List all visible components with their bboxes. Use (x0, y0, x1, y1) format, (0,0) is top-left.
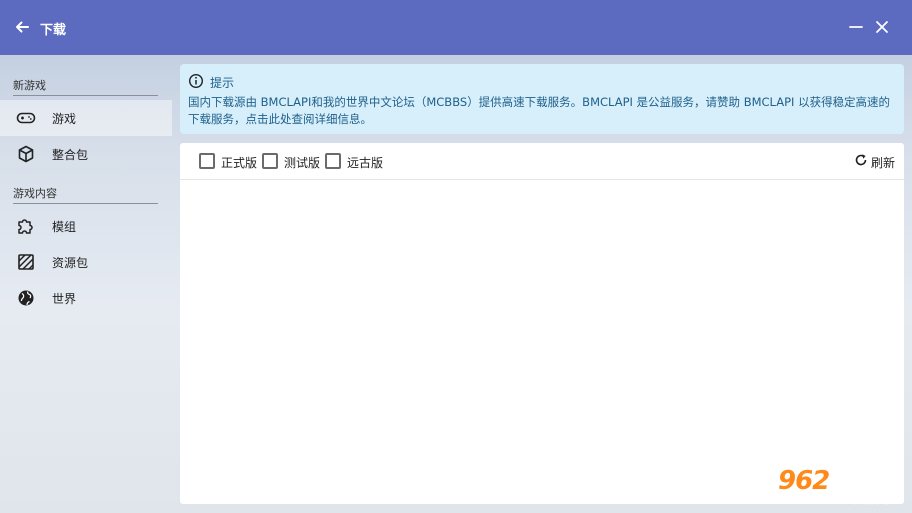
sidebar: 新游戏 游戏 整合包 游戏内容 模组 资源包 世界 (0, 55, 172, 513)
section-label-new-game: 新游戏 (13, 77, 158, 96)
version-list-panel: 正式版 测试版 远古版 刷新 (180, 143, 904, 504)
refresh-button[interactable]: 刷新 (854, 152, 900, 170)
watermark-main: 962 (778, 466, 830, 496)
watermark-net: .NET (848, 470, 885, 486)
hint-title: 提示 (210, 76, 235, 90)
sidebar-item-world[interactable]: 世界 (0, 280, 172, 316)
back-arrow-icon[interactable] (12, 17, 32, 37)
close-icon[interactable] (872, 17, 892, 37)
sidebar-item-label: 世界 (52, 292, 77, 306)
hint-box: 提示 国内下载源由 BMCLAPI和我的世界中文论坛（MCBBS）提供高速下载服… (180, 64, 904, 134)
package-icon (18, 145, 34, 163)
globe-icon (18, 290, 34, 306)
site-watermark-logo: 962 .NET 乐游网 (772, 466, 908, 508)
window-title: 下载 (40, 23, 67, 38)
checkbox-box (199, 153, 215, 169)
puzzle-icon (18, 219, 33, 234)
checkbox-box (262, 153, 278, 169)
filter-release-checkbox[interactable]: 正式版 (199, 153, 261, 170)
filter-bar: 正式版 测试版 远古版 刷新 (180, 143, 904, 180)
title-bar: 下载 (0, 0, 912, 55)
refresh-icon (855, 154, 867, 166)
gamepad-icon (16, 112, 36, 124)
sidebar-item-label: 资源包 (52, 256, 89, 270)
sidebar-item-label: 游戏 (52, 112, 77, 126)
watermark-sub: 乐游网 (850, 492, 890, 507)
texture-icon (18, 254, 34, 270)
sidebar-item-label: 整合包 (52, 148, 89, 162)
checkbox-label: 测试版 (284, 156, 321, 170)
sidebar-item-game[interactable]: 游戏 (0, 100, 172, 136)
version-list[interactable] (180, 180, 904, 504)
info-icon (188, 73, 204, 89)
sidebar-item-label: 模组 (52, 220, 77, 234)
section-label-game-content: 游戏内容 (13, 185, 158, 204)
checkbox-label: 远古版 (347, 156, 384, 170)
checkbox-box (325, 153, 341, 169)
sidebar-item-modpack[interactable]: 整合包 (0, 136, 172, 172)
hint-text-link[interactable]: 国内下载源由 BMCLAPI和我的世界中文论坛（MCBBS）提供高速下载服务。B… (188, 94, 900, 128)
minimize-icon[interactable] (846, 17, 866, 37)
sidebar-item-mods[interactable]: 模组 (0, 208, 172, 244)
sidebar-item-resourcepack[interactable]: 资源包 (0, 244, 172, 280)
checkbox-label: 正式版 (221, 156, 258, 170)
filter-old-checkbox[interactable]: 远古版 (325, 153, 387, 170)
refresh-label: 刷新 (871, 156, 896, 170)
filter-snapshot-checkbox[interactable]: 测试版 (262, 153, 324, 170)
